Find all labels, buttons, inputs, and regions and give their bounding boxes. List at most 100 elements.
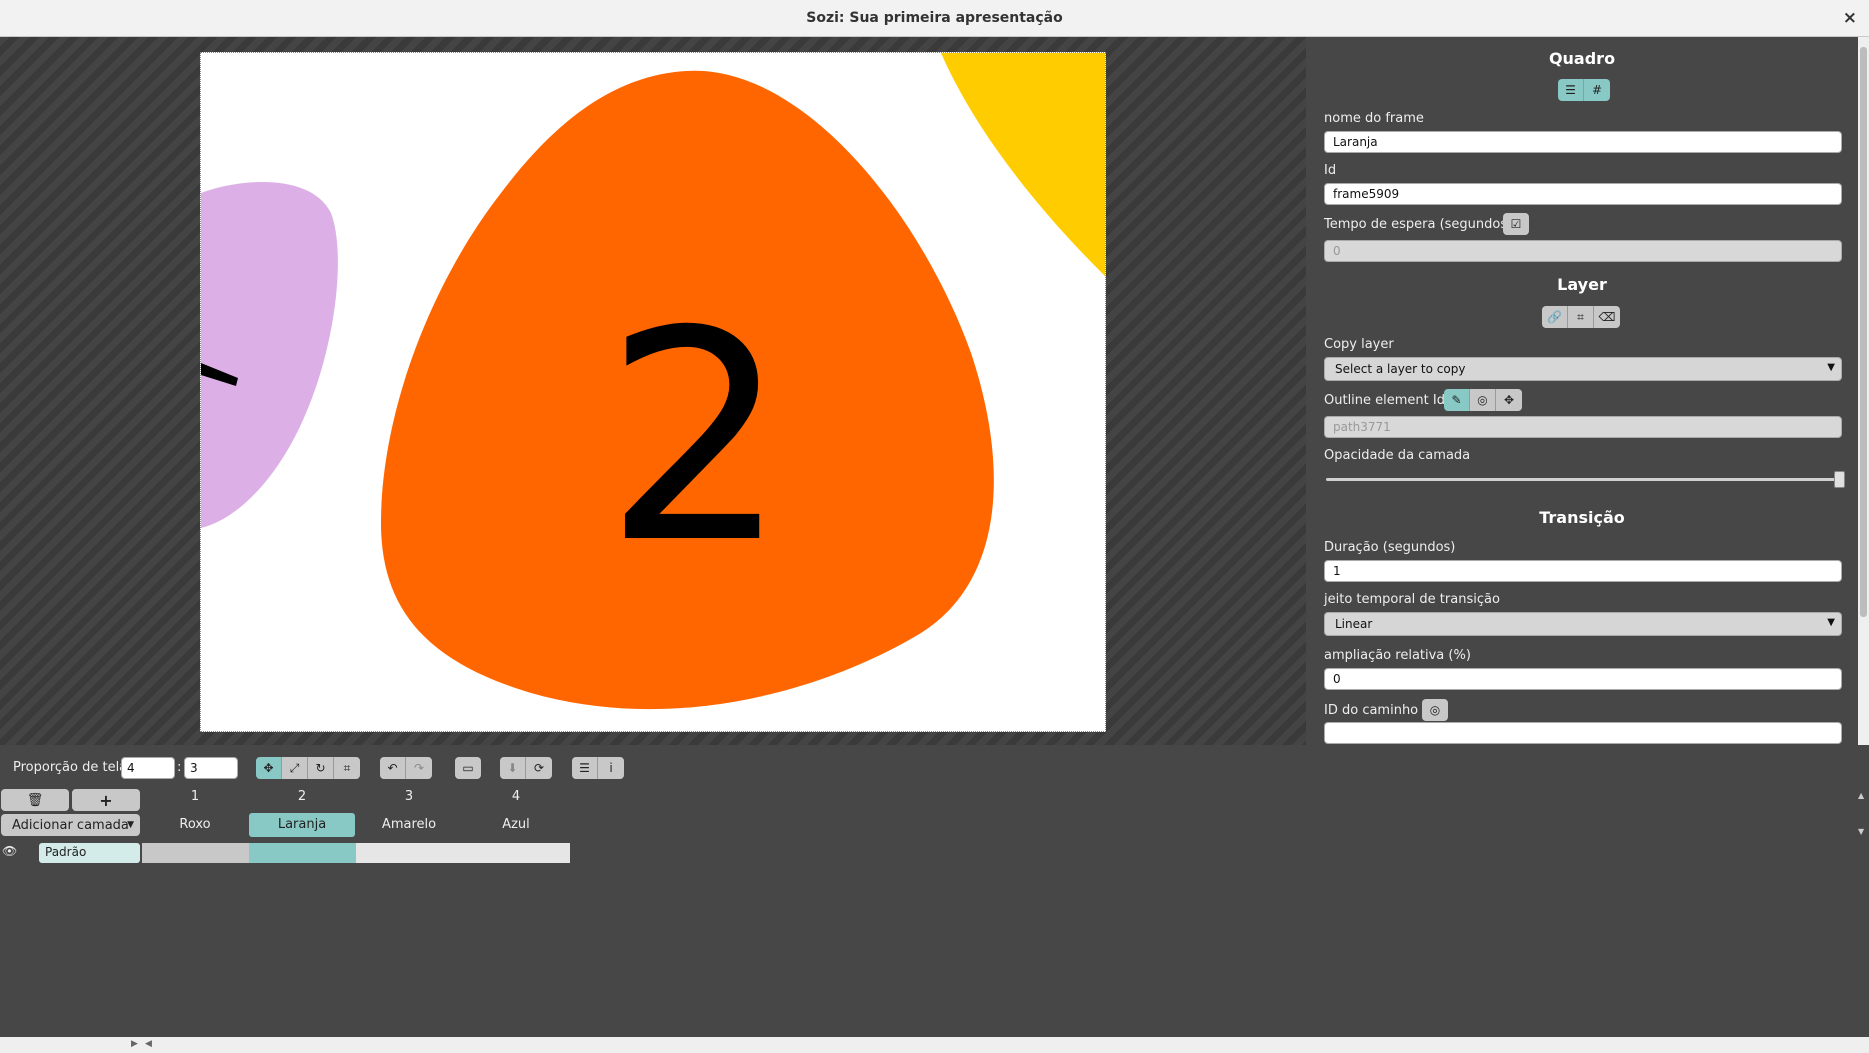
frame-tab-roxo[interactable]: Roxo: [142, 813, 248, 837]
rotate-icon[interactable]: ↻: [308, 757, 334, 779]
checkbox-edit-icon[interactable]: ☑: [1503, 213, 1529, 235]
window-titlebar: Sozi: Sua primeira apresentação ×: [0, 0, 1869, 37]
timeline-horizontal-scrollbar[interactable]: ▶ ◀: [0, 1037, 1869, 1053]
timing-select-value: Linear: [1335, 617, 1373, 631]
outline-id-field[interactable]: path3771: [1324, 416, 1842, 438]
resize-icon[interactable]: ⤢: [282, 757, 308, 779]
timeout-toggle-group: ☑: [1503, 213, 1529, 235]
slide-number: 2: [604, 270, 789, 607]
add-layer-dropdown[interactable]: Adicionar camada ▼: [1, 814, 140, 836]
path-toggle-group: ◎: [1422, 699, 1448, 721]
frame-name-label: nome do frame: [1324, 111, 1424, 126]
crop-icon[interactable]: ⌗: [334, 757, 360, 779]
refresh-icon[interactable]: ⟳: [526, 757, 552, 779]
monitor-icon[interactable]: ▭: [455, 757, 481, 779]
path-id-field[interactable]: [1324, 722, 1842, 744]
section-title-transicao: Transição: [1539, 508, 1625, 527]
camera-tools-group: ✥ ⤢ ↻ ⌗: [256, 757, 360, 779]
zoom-field[interactable]: 0: [1324, 668, 1842, 690]
window-title: Sozi: Sua primeira apresentação: [806, 10, 1063, 26]
path-id-label: ID do caminho: [1324, 703, 1419, 718]
properties-scrollbar[interactable]: [1858, 37, 1869, 745]
frame-number-1: 1: [190, 789, 200, 804]
settings-group: ☰ i: [572, 757, 624, 779]
frame-id-label: Id: [1324, 163, 1337, 178]
chevron-down-icon: ▼: [127, 820, 134, 830]
expand-icon[interactable]: ✥: [1496, 389, 1522, 411]
section-title-quadro: Quadro: [1548, 49, 1616, 68]
preview-viewport[interactable]: 2: [0, 37, 1306, 745]
frame-number-3: 3: [404, 789, 414, 804]
purple-shape: [201, 181, 338, 528]
duration-field[interactable]: 1: [1324, 560, 1842, 582]
scroll-down-icon[interactable]: ▼: [1858, 827, 1864, 836]
delete-frame-button[interactable]: 🗑: [1, 789, 69, 811]
timeline-vertical-scrollbar[interactable]: ▲ ▼: [1855, 787, 1869, 1037]
redo-icon[interactable]: ↷: [406, 757, 432, 779]
file-group: ⬇ ⟳: [500, 757, 552, 779]
timing-label: jeito temporal de transição: [1324, 592, 1500, 607]
timeline-cell-azul[interactable]: [463, 843, 570, 863]
timeout-field[interactable]: 0: [1324, 240, 1842, 262]
eye-slash-icon[interactable]: ◎: [1422, 699, 1448, 721]
timeout-label: Tempo de espera (segundos): [1324, 217, 1513, 232]
trash-icon: 🗑: [26, 792, 44, 808]
opacity-slider-track[interactable]: [1326, 478, 1838, 481]
close-icon[interactable]: ×: [1843, 8, 1857, 28]
preview-group: ▭: [455, 757, 481, 779]
layer-opacity-label: Opacidade da camada: [1324, 448, 1471, 463]
frame-name-field[interactable]: Laranja: [1324, 131, 1842, 153]
move-icon[interactable]: ✥: [256, 757, 282, 779]
frame-number-4: 4: [511, 789, 521, 804]
timeline-cell-laranja[interactable]: [249, 843, 356, 863]
timeline-cell-roxo[interactable]: [142, 843, 249, 863]
sliders-icon[interactable]: ☰: [572, 757, 598, 779]
aspect-ratio-label: Proporção de tela: [13, 760, 128, 775]
aspect-width-field[interactable]: 4: [121, 757, 175, 779]
outline-id-label: Outline element Id: [1324, 393, 1445, 408]
section-title-layer: Layer: [1557, 275, 1607, 294]
scroll-left-icon[interactable]: ◀: [145, 1039, 152, 1049]
frame-tab-laranja[interactable]: Laranja: [249, 813, 355, 837]
opacity-slider-handle[interactable]: [1834, 471, 1845, 488]
copy-layer-select[interactable]: Select a layer to copy ▼: [1324, 357, 1842, 381]
undo-icon[interactable]: ↶: [380, 757, 406, 779]
plus-icon: +: [99, 790, 113, 810]
crop-icon[interactable]: ⌗: [1568, 306, 1594, 328]
layer-name[interactable]: Padrão: [39, 843, 140, 863]
scroll-right-icon[interactable]: ▶: [131, 1039, 138, 1049]
toolbar: Proporção de tela 4 : 3 ✥ ⤢ ↻ ⌗ ↶ ↷ ▭ ⬇ …: [0, 745, 1869, 787]
yellow-shape: [941, 53, 1105, 277]
frame-tab-amarelo[interactable]: Amarelo: [356, 813, 462, 837]
link-icon[interactable]: 🔗: [1542, 306, 1568, 328]
info-icon[interactable]: i: [598, 757, 624, 779]
aspect-height-field[interactable]: 3: [184, 757, 238, 779]
timeline: 🗑 + Adicionar camada ▼ 1 2 3 4 Roxo Lara…: [0, 787, 1869, 1037]
outline-tools-group: ✎ ◎ ✥: [1444, 389, 1522, 411]
eraser-icon[interactable]: ⌫: [1594, 306, 1620, 328]
copy-layer-select-value: Select a layer to copy: [1335, 362, 1466, 376]
duration-label: Duração (segundos): [1324, 540, 1456, 555]
quadro-view-toggle: ☰ #: [1558, 79, 1610, 101]
frame-tab-azul[interactable]: Azul: [463, 813, 569, 837]
slide-canvas[interactable]: 2: [200, 52, 1106, 732]
magic-wand-icon[interactable]: ✎: [1444, 389, 1470, 411]
copy-layer-label: Copy layer: [1324, 337, 1394, 352]
hash-view-icon[interactable]: #: [1584, 79, 1610, 101]
eye-icon[interactable]: 👁: [2, 844, 17, 858]
chevron-down-icon: ▼: [1827, 362, 1835, 373]
list-view-icon[interactable]: ☰: [1558, 79, 1584, 101]
scroll-up-icon[interactable]: ▲: [1858, 791, 1864, 800]
download-icon[interactable]: ⬇: [500, 757, 526, 779]
layer-tools-group: 🔗 ⌗ ⌫: [1542, 306, 1620, 328]
timing-select[interactable]: Linear ▼: [1324, 612, 1842, 636]
add-frame-button[interactable]: +: [72, 789, 140, 811]
properties-panel: Quadro ☰ # nome do frame Laranja Id fram…: [1306, 37, 1858, 745]
timeline-cell-amarelo[interactable]: [356, 843, 463, 863]
zoom-label: ampliação relativa (%): [1324, 648, 1471, 663]
chevron-down-icon: ▼: [1827, 617, 1835, 628]
aspect-separator: :: [177, 760, 182, 775]
frame-id-field[interactable]: frame5909: [1324, 183, 1842, 205]
scrollbar-thumb[interactable]: [1860, 47, 1867, 617]
eye-slash-icon[interactable]: ◎: [1470, 389, 1496, 411]
